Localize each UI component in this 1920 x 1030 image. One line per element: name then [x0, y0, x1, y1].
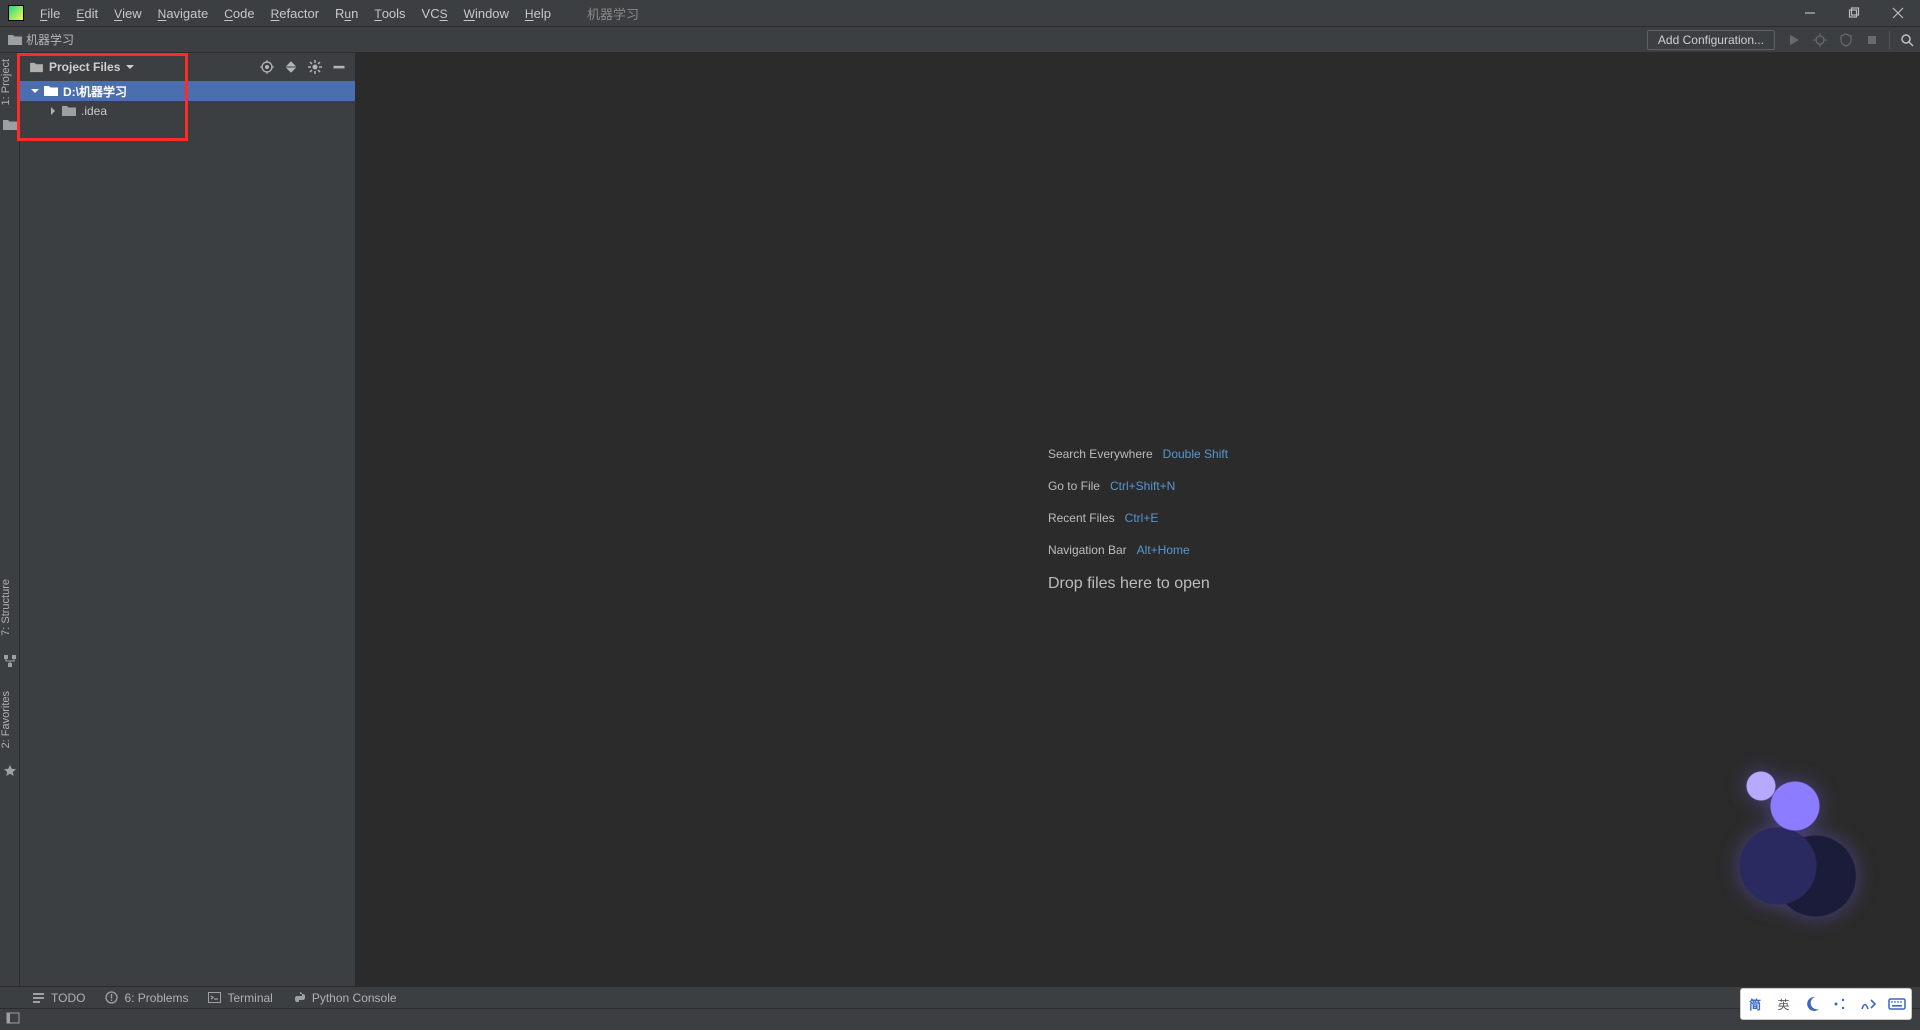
menu-run[interactable]: Run — [327, 2, 366, 25]
menu-refactor[interactable]: Refactor — [263, 2, 327, 25]
project-view-selector[interactable]: Project Files — [30, 60, 134, 74]
window-minimize-button[interactable] — [1788, 0, 1832, 26]
project-view-label: Project Files — [49, 60, 120, 74]
run-button[interactable] — [1783, 29, 1805, 51]
folder-icon — [62, 105, 76, 117]
menu-tools[interactable]: Tools — [366, 2, 413, 25]
menu-file[interactable]: File — [32, 2, 68, 25]
tree-root-node[interactable]: D:\机器学习 — [20, 81, 355, 101]
tool-tab-favorites[interactable]: 2: Favorites — [0, 685, 20, 754]
ime-toolbar[interactable]: 简 英 — [1740, 988, 1912, 1020]
editor-empty-state[interactable]: Search Everywhere Double Shift Go to Fil… — [356, 53, 1920, 986]
ime-lang-en[interactable]: 英 — [1771, 992, 1795, 1016]
todo-icon — [32, 991, 45, 1004]
debug-button[interactable] — [1809, 29, 1831, 51]
python-icon — [293, 991, 306, 1004]
hint-search-everywhere: Search Everywhere Double Shift — [1048, 447, 1228, 461]
chevron-down-icon — [30, 86, 40, 96]
main-area: 1: Project 7: Structure 2: Favorites Pro… — [0, 53, 1920, 986]
folder-icon — [44, 85, 58, 97]
menu-bar: File Edit View Navigate Code Refactor Ru… — [0, 0, 1920, 27]
tool-python-console[interactable]: Python Console — [293, 991, 397, 1005]
tool-tab-structure[interactable]: 7: Structure — [0, 573, 20, 642]
ime-keyboard-icon[interactable] — [1885, 992, 1909, 1016]
expand-all-icon[interactable] — [281, 57, 301, 77]
ime-moon-icon[interactable] — [1800, 992, 1824, 1016]
tool-terminal[interactable]: Terminal — [208, 991, 272, 1005]
stop-button[interactable] — [1861, 29, 1883, 51]
project-tab-icon — [2, 117, 18, 133]
run-configuration-selector[interactable]: Add Configuration... — [1647, 30, 1775, 50]
menu-edit[interactable]: Edit — [68, 2, 106, 25]
tool-todo[interactable]: TODO — [32, 991, 85, 1005]
desktop-assistant-overlay — [1710, 756, 1880, 956]
folder-icon — [30, 62, 43, 73]
project-tree[interactable]: D:\机器学习 .idea — [20, 81, 355, 986]
ime-settings-icon[interactable] — [1856, 992, 1880, 1016]
status-bar — [0, 1008, 1920, 1030]
menu-view[interactable]: View — [106, 2, 150, 25]
project-tool-window: Project Files D:\机器学习 .idea — [20, 53, 356, 986]
ime-lang-cn[interactable]: 简 — [1743, 992, 1767, 1016]
menu-code[interactable]: Code — [216, 2, 262, 25]
window-maximize-button[interactable] — [1832, 0, 1876, 26]
search-everywhere-button[interactable] — [1896, 29, 1918, 51]
settings-gear-icon[interactable] — [305, 57, 325, 77]
breadcrumb[interactable]: 机器学习 — [0, 31, 74, 48]
menu-window[interactable]: Window — [456, 2, 517, 25]
tool-problems[interactable]: 6: Problems — [105, 991, 188, 1005]
menu-help[interactable]: Help — [517, 2, 559, 25]
bottom-tool-bar: TODO 6: Problems Terminal Python Console — [0, 986, 1920, 1008]
problems-icon — [105, 991, 118, 1004]
hint-recent-files: Recent Files Ctrl+E — [1048, 511, 1228, 525]
favorites-tab-icon — [2, 763, 18, 779]
editor-hints: Search Everywhere Double Shift Go to Fil… — [1048, 447, 1228, 593]
terminal-icon — [208, 991, 221, 1004]
project-panel-header: Project Files — [20, 53, 355, 81]
window-title: 机器学习 — [587, 4, 639, 23]
status-toggle-tool-windows-icon[interactable] — [6, 1011, 20, 1028]
separator — [1889, 31, 1890, 49]
navigation-toolbar: 机器学习 Add Configuration... — [0, 27, 1920, 53]
left-tool-gutter: 1: Project 7: Structure 2: Favorites — [0, 53, 20, 986]
hint-drop-files: Drop files here to open — [1048, 575, 1228, 593]
tree-root-label: D:\机器学习 — [63, 83, 127, 100]
breadcrumb-root: 机器学习 — [26, 31, 74, 48]
ime-sparkle-icon[interactable] — [1828, 992, 1852, 1016]
hint-navigation-bar: Navigation Bar Alt+Home — [1048, 543, 1228, 557]
menu-vcs[interactable]: VCS — [414, 2, 456, 25]
tree-child-label: .idea — [81, 104, 107, 118]
chevron-down-icon — [126, 63, 134, 71]
chevron-right-icon — [48, 106, 58, 116]
menu-navigate[interactable]: Navigate — [150, 2, 217, 25]
hint-go-to-file: Go to File Ctrl+Shift+N — [1048, 479, 1228, 493]
tool-tab-project[interactable]: 1: Project — [0, 53, 20, 111]
folder-icon — [8, 34, 22, 46]
structure-tab-icon — [2, 653, 18, 669]
hide-panel-icon[interactable] — [329, 57, 349, 77]
locate-file-icon[interactable] — [257, 57, 277, 77]
window-close-button[interactable] — [1876, 0, 1920, 26]
tree-child-node[interactable]: .idea — [20, 101, 355, 121]
run-with-coverage-button[interactable] — [1835, 29, 1857, 51]
pycharm-app-icon — [8, 5, 24, 21]
